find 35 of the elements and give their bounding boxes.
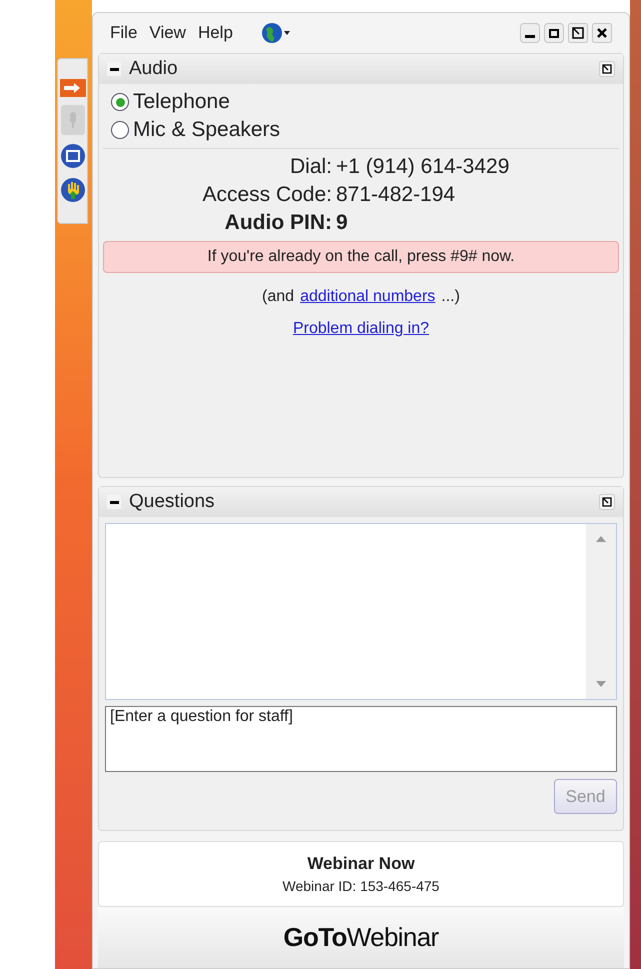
webinar-title: Webinar Now xyxy=(307,852,415,875)
question-input[interactable]: [Enter a question for staff] xyxy=(105,706,617,772)
raise-hand-icon[interactable] xyxy=(60,177,86,203)
link[interactable]: additional numbers xyxy=(300,285,436,309)
undock-button[interactable] xyxy=(599,494,615,510)
maximize-button[interactable] xyxy=(544,23,564,43)
undock-button[interactable] xyxy=(568,23,588,43)
globe-icon[interactable] xyxy=(260,22,291,44)
section-title: Audio xyxy=(129,56,178,81)
collapse-button[interactable] xyxy=(107,495,121,509)
radio-button[interactable] xyxy=(111,121,129,139)
webinar-id: Webinar ID: 153-465-475 xyxy=(282,877,440,896)
menu-item[interactable]: View xyxy=(149,20,186,46)
undock-button[interactable] xyxy=(599,61,615,77)
radio-button[interactable] xyxy=(111,93,129,111)
field-value: 871-482-194 xyxy=(336,183,456,206)
field-label: Audio PIN: xyxy=(224,211,332,234)
field-label: Dial: xyxy=(290,155,332,178)
notice-banner: If you're already on the call, press #9# now. xyxy=(103,241,619,273)
minimize-button[interactable] xyxy=(520,23,540,43)
menu-item[interactable]: File xyxy=(110,20,138,46)
field-value: 9 xyxy=(336,211,348,234)
close-button[interactable] xyxy=(592,23,612,43)
field-label: Access Code: xyxy=(202,183,332,206)
logo: GoToWebinar xyxy=(283,921,439,954)
text: ...) xyxy=(441,287,460,307)
field-value: +1 (914) 614-3429 xyxy=(336,155,510,178)
section-title: Questions xyxy=(129,490,215,514)
menu-item[interactable]: Help xyxy=(198,20,233,46)
text: (and xyxy=(262,287,294,307)
screen-icon[interactable] xyxy=(60,143,86,169)
link[interactable]: Problem dialing in? xyxy=(292,317,430,341)
collapse-button[interactable] xyxy=(107,62,121,76)
radio-label: Mic & Speakers xyxy=(133,117,280,144)
radio-label: Telephone xyxy=(133,89,230,116)
